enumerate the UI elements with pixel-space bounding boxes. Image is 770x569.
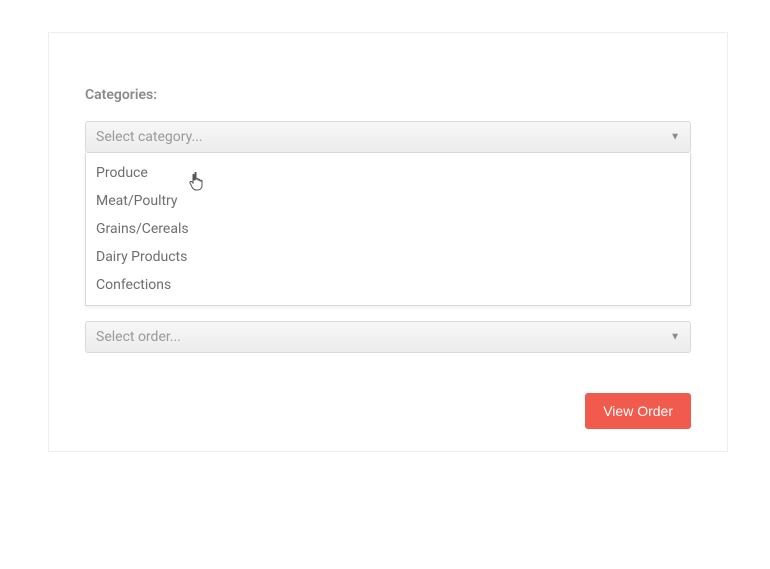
category-dropdown-panel: Produce Meat/Poultry Grains/Cereals Dair… bbox=[85, 153, 691, 306]
category-option-confections[interactable]: Confections bbox=[86, 271, 690, 299]
category-option-grains-cereals[interactable]: Grains/Cereals bbox=[86, 215, 690, 243]
order-dropdown[interactable]: Select order... ▼ bbox=[85, 321, 691, 353]
category-option-produce[interactable]: Produce bbox=[86, 159, 690, 187]
category-option-meat-poultry[interactable]: Meat/Poultry bbox=[86, 187, 690, 215]
category-dropdown-placeholder: Select category... bbox=[96, 129, 203, 145]
category-option-dairy-products[interactable]: Dairy Products bbox=[86, 243, 690, 271]
view-order-button[interactable]: View Order bbox=[585, 393, 691, 429]
chevron-down-icon: ▼ bbox=[670, 332, 680, 343]
categories-label: Categories: bbox=[85, 87, 691, 103]
category-dropdown[interactable]: Select category... ▼ bbox=[85, 121, 691, 153]
form-card: Categories: Select category... ▼ Produce… bbox=[48, 32, 728, 452]
button-row: View Order bbox=[85, 393, 691, 429]
order-dropdown-placeholder: Select order... bbox=[96, 329, 181, 345]
order-dropdown-wrapper: Select order... ▼ bbox=[85, 321, 691, 353]
chevron-down-icon: ▼ bbox=[670, 132, 680, 143]
category-dropdown-wrapper: Select category... ▼ Produce Meat/Poultr… bbox=[85, 121, 691, 153]
